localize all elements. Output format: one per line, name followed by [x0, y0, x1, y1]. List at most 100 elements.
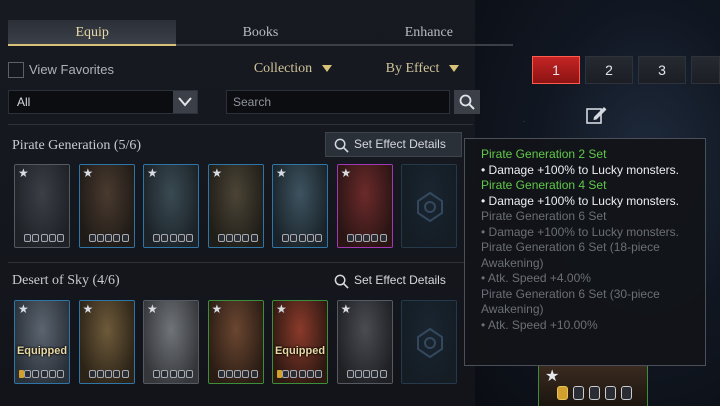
awakening-slots [153, 370, 193, 378]
awakening-slot [177, 234, 185, 242]
awakening-slot [217, 370, 225, 378]
card-slot[interactable]: ★ Equipped [14, 300, 70, 384]
star-icon: ★ [82, 166, 94, 180]
awakening-slots [24, 370, 64, 378]
card-slot[interactable]: ★ [143, 164, 199, 248]
tab-books[interactable]: Books [176, 20, 344, 44]
group-title-pirate-generation: Pirate Generation (5/6) [12, 138, 142, 153]
caret-down-icon [449, 65, 460, 73]
star-icon: ★ [18, 302, 29, 316]
awakening-slot [48, 234, 56, 242]
awakening-slots [282, 234, 322, 242]
search-button[interactable] [454, 90, 480, 114]
search-input[interactable] [227, 91, 449, 113]
by-effect-dropdown[interactable]: By Effect [370, 56, 475, 82]
awakening-slot [371, 234, 379, 242]
awakening-slot [589, 386, 600, 400]
card-slot[interactable]: ★ Equipped [272, 300, 328, 384]
awakening-slot [121, 370, 129, 378]
awakening-slot [298, 234, 306, 242]
awakening-slot [113, 234, 121, 242]
category-select-toggle[interactable] [173, 91, 197, 113]
card-slot[interactable]: ★ [207, 300, 264, 384]
awakening-slot [88, 234, 96, 242]
collection-dropdown[interactable]: Collection [228, 56, 358, 82]
equipped-label: Equipped [274, 345, 326, 357]
awakening-slot [48, 370, 56, 378]
set-effect-tooltip: Pirate Generation 2 Set • Damage +100% to… [464, 138, 706, 366]
page-button-3[interactable]: 3 [638, 56, 686, 84]
edit-icon[interactable] [585, 104, 609, 126]
empty-card-slot[interactable] [401, 300, 457, 384]
awakening-slot [379, 370, 387, 378]
tab-equip[interactable]: Equip [8, 20, 177, 46]
awakening-slots [346, 234, 387, 242]
equipped-label: Equipped [16, 345, 68, 357]
awakening-slot [24, 370, 31, 378]
caret-down-icon [322, 65, 333, 73]
awakening-slots [24, 234, 64, 242]
awakening-slot [225, 370, 233, 378]
awakening-slot [32, 234, 40, 242]
card-slot[interactable]: ★ [272, 164, 328, 248]
magnifier-icon [334, 274, 349, 289]
awakening-slot [557, 386, 568, 400]
awakening-slot [371, 370, 379, 378]
awakening-slot [57, 234, 64, 242]
empty-card-slot[interactable] [401, 164, 457, 248]
gold-marker [19, 370, 24, 378]
view-favorites-checkbox[interactable] [8, 62, 24, 78]
set-effect-details-button[interactable]: Set Effect Details [325, 132, 462, 157]
awakening-slots [88, 370, 129, 378]
tooltip-line: • Damage +100% to Lucky monsters. [481, 193, 679, 208]
search-field[interactable] [226, 90, 450, 114]
card-slot[interactable]: ★ [336, 300, 393, 384]
awakening-slot [282, 370, 289, 378]
card-slot[interactable]: ★ [78, 164, 135, 248]
awakening-slot [354, 234, 362, 242]
awakening-slot [242, 370, 250, 378]
star-icon: ★ [211, 166, 223, 180]
selected-card-preview[interactable]: ★ [538, 365, 648, 406]
page-button-2[interactable]: 2 [585, 56, 633, 84]
awakening-slot [315, 234, 322, 242]
awakening-slots [217, 370, 258, 378]
awakening-slots [557, 386, 632, 400]
awakening-slot [217, 234, 225, 242]
magnifier-icon [334, 138, 349, 153]
awakening-slot [282, 234, 289, 242]
tooltip-line: • Damage +100% to Lucky monsters. [481, 162, 679, 177]
awakening-slot [177, 370, 185, 378]
tooltip-line: Awakening) [481, 255, 544, 270]
awakening-slot [346, 370, 354, 378]
awakening-slot [161, 370, 169, 378]
tooltip-line: Pirate Generation 2 Set [481, 147, 607, 161]
card-slot[interactable]: ★ [78, 300, 135, 384]
awakening-slot [573, 386, 584, 400]
set-effect-details-button[interactable]: Set Effect Details [325, 268, 462, 293]
tab-enhance[interactable]: Enhance [345, 20, 513, 44]
collection-dropdown-label: Collection [253, 61, 313, 76]
tooltip-line: • Damage +100% to Lucky monsters. [481, 224, 679, 239]
tooltip-line: Pirate Generation 6 Set [481, 209, 607, 223]
awakening-slots [282, 370, 322, 378]
awakening-slot [169, 370, 177, 378]
card-slot[interactable]: ★ [336, 164, 393, 248]
awakening-slot [57, 370, 64, 378]
category-select[interactable]: All [8, 90, 198, 114]
page-button-1[interactable]: 1 [532, 56, 580, 84]
awakening-slot [290, 234, 298, 242]
awakening-slot [250, 234, 258, 242]
page-button-next[interactable] [691, 56, 720, 84]
tooltip-line: • Atk. Speed +10.00% [481, 317, 598, 332]
awakening-slot [169, 234, 177, 242]
card-slot[interactable]: ★ [143, 300, 199, 384]
tooltip-line: • Atk. Speed +4.00% [481, 271, 591, 285]
view-favorites-label: View Favorites [29, 62, 115, 77]
card-slot[interactable]: ★ [14, 164, 70, 248]
set-effect-details-label: Set Effect Details [354, 137, 446, 151]
star-icon: ★ [211, 302, 223, 316]
card-slot[interactable]: ★ [207, 164, 264, 248]
awakening-slot [186, 234, 193, 242]
set-effect-details-label: Set Effect Details [354, 273, 446, 287]
